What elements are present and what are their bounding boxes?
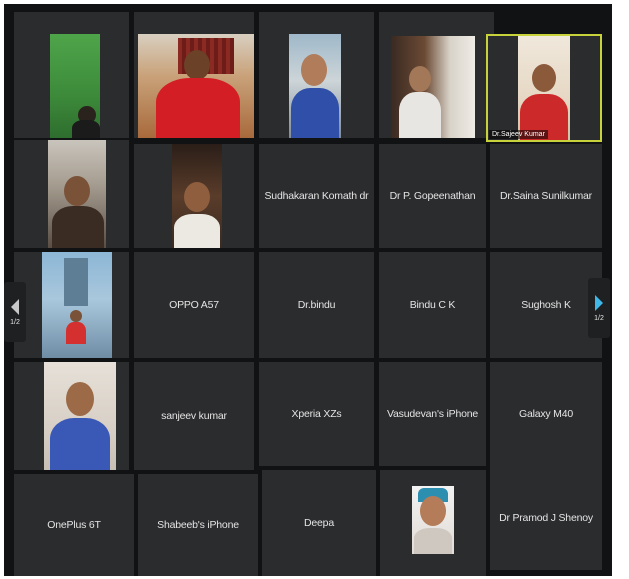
participant-name-23: Deepa — [304, 517, 334, 529]
participant-name-21: OnePlus 6T — [47, 519, 101, 531]
participant-tile-21[interactable]: OnePlus 6T — [14, 474, 134, 576]
participant-tile-23[interactable]: Deepa — [262, 470, 376, 576]
participant-tile-10[interactable]: Dr.Saina Sunilkumar — [490, 144, 602, 248]
participant-video-3 — [289, 34, 341, 138]
participant-name-25: Dr Pramod J Shenoy — [499, 512, 593, 524]
participant-tile-16[interactable] — [14, 362, 129, 470]
participant-name-18: Xperia XZs — [291, 408, 342, 420]
participant-name-9: Dr P. Gopeenathan — [389, 190, 476, 202]
participant-video-7 — [172, 144, 222, 248]
participant-tile-20[interactable]: Galaxy M40 — [490, 362, 602, 466]
participant-tile-18[interactable]: Xperia XZs — [259, 362, 374, 466]
participant-tile-3[interactable] — [259, 12, 374, 138]
participant-tile-9[interactable]: Dr P. Gopeenathan — [379, 144, 486, 248]
participant-tile-15[interactable]: Sughosh K — [490, 252, 602, 358]
participant-name-19: Vasudevan's iPhone — [386, 408, 479, 420]
participant-tile-17[interactable]: sanjeev kumar — [134, 362, 254, 470]
participant-tile-7[interactable] — [134, 144, 254, 248]
participant-tile-8[interactable]: Sudhakaran Komath dr — [259, 144, 374, 248]
triangle-right-icon — [595, 294, 603, 311]
participant-video-6 — [48, 140, 106, 248]
participant-tile-5[interactable]: Dr.Sajeev Kumar — [486, 34, 602, 142]
participant-tile-24[interactable] — [380, 470, 486, 576]
participant-tile-14[interactable]: Bindu C K — [379, 252, 486, 358]
participant-name-13: Dr.bindu — [297, 299, 336, 311]
participant-tile-11[interactable] — [14, 252, 129, 358]
participant-video-5 — [518, 36, 570, 140]
participant-video-2 — [138, 34, 254, 138]
participant-video-1 — [50, 34, 100, 138]
triangle-left-icon — [11, 298, 19, 315]
participant-name-15: Sughosh K — [521, 299, 571, 311]
participant-name-20: Galaxy M40 — [518, 408, 574, 420]
participant-name-8: Sudhakaran Komath dr — [264, 190, 369, 202]
participant-tile-6[interactable] — [14, 140, 129, 248]
previous-page-label: 1/2 — [10, 318, 20, 326]
participant-tile-1[interactable] — [14, 12, 129, 138]
participant-tile-4[interactable] — [379, 12, 494, 138]
participant-tile-22[interactable]: Shabeeb's iPhone — [138, 474, 258, 576]
active-speaker-name: Dr.Sajeev Kumar — [489, 130, 548, 139]
participant-name-12: OPPO A57 — [169, 299, 219, 311]
next-page-button[interactable]: 1/2 — [588, 278, 610, 338]
participant-video-11 — [42, 252, 112, 358]
participant-tile-13[interactable]: Dr.bindu — [259, 252, 374, 358]
gallery-view: Dr.Sajeev Kumar Sudhakaran Komath dr Dr … — [4, 4, 612, 576]
participant-tile-25[interactable]: Dr Pramod J Shenoy — [490, 466, 602, 570]
participant-tile-12[interactable]: OPPO A57 — [134, 252, 254, 358]
participant-video-16 — [44, 362, 116, 470]
participant-tile-19[interactable]: Vasudevan's iPhone — [379, 362, 486, 466]
previous-page-button[interactable]: 1/2 — [4, 282, 26, 342]
participant-name-17: sanjeev kumar — [161, 410, 227, 422]
participant-name-22: Shabeeb's iPhone — [157, 519, 239, 531]
participant-name-10: Dr.Saina Sunilkumar — [500, 190, 592, 202]
participant-name-14: Bindu C K — [409, 299, 456, 311]
next-page-label: 1/2 — [594, 314, 604, 322]
participant-tile-2[interactable] — [134, 12, 254, 138]
participant-video-24 — [412, 486, 454, 554]
participant-video-4 — [391, 36, 475, 138]
